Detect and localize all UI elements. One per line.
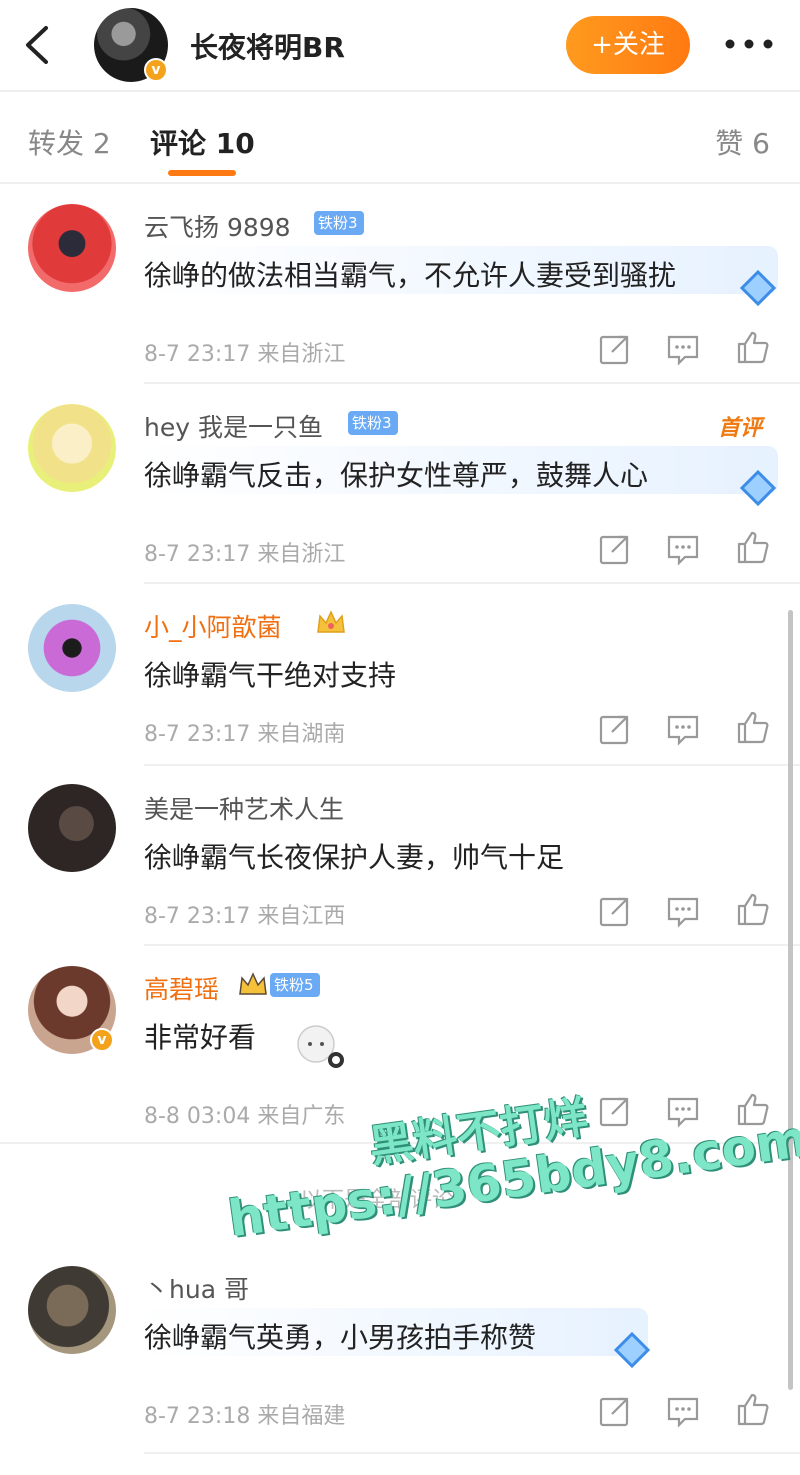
- verified-badge-icon: v: [144, 58, 168, 82]
- share-icon[interactable]: [598, 1094, 632, 1128]
- commenter-avatar[interactable]: [28, 784, 116, 872]
- like-icon[interactable]: [736, 892, 770, 926]
- tab-bar: 转发 2 评论 10 赞 6: [0, 92, 800, 184]
- first-comment-tag: 首评: [718, 416, 763, 441]
- like-icon[interactable]: [736, 710, 770, 744]
- comment-location: 来自浙江: [257, 542, 346, 567]
- comment-time: 8-7 23:17: [144, 542, 251, 567]
- like-icon[interactable]: [736, 1392, 770, 1426]
- comment-text: 非常好看: [144, 1021, 257, 1054]
- author-name[interactable]: 长夜将明BR: [190, 26, 345, 66]
- commenter-avatar[interactable]: [28, 604, 116, 692]
- reply-icon[interactable]: [666, 1094, 700, 1128]
- reply-icon[interactable]: [666, 332, 700, 366]
- sticker-decoration-icon: [297, 1025, 344, 1068]
- reply-icon[interactable]: [666, 532, 700, 566]
- top-bar: v 长夜将明BR +关注: [0, 0, 800, 92]
- separator: [144, 764, 800, 766]
- commenter-avatar[interactable]: [28, 404, 116, 492]
- comment-text: 徐峥的做法相当霸气，不允许人妻受到骚扰: [144, 259, 677, 292]
- comment-location: 来自湖南: [257, 722, 346, 747]
- share-icon[interactable]: [598, 1394, 632, 1428]
- commenter-avatar[interactable]: [28, 1266, 116, 1354]
- crown-icon: [317, 610, 345, 633]
- like-icon[interactable]: [736, 530, 770, 564]
- separator: [144, 1452, 800, 1454]
- tab-likes[interactable]: 赞 6: [715, 122, 770, 162]
- scrollbar[interactable]: [788, 610, 793, 1390]
- comment-text: 徐峥霸气长夜保护人妻，帅气十足: [144, 841, 565, 874]
- commenter-name[interactable]: 丶hua 哥: [144, 1270, 249, 1306]
- reply-icon[interactable]: [666, 1394, 700, 1428]
- comment-meta: 8-8 03:04 来自广东: [144, 1098, 345, 1130]
- active-tab-indicator: [168, 170, 236, 176]
- commenter-name[interactable]: 美是一种艺术人生: [144, 790, 344, 826]
- separator: [144, 944, 800, 946]
- tab-comments[interactable]: 评论 10: [150, 122, 255, 162]
- fan-level-badge: 铁粉3: [314, 211, 364, 235]
- comment-text: 徐峥霸气反击，保护女性尊严，鼓舞人心: [144, 459, 649, 492]
- commenter-name[interactable]: 云飞扬 9898: [144, 208, 291, 244]
- comment-meta: 8-7 23:17 来自浙江: [144, 536, 345, 568]
- comment-time: 8-7 23:17: [144, 904, 251, 929]
- commenter-avatar[interactable]: [28, 204, 116, 292]
- reply-icon[interactable]: [666, 894, 700, 928]
- verified-badge-icon: v: [90, 1028, 114, 1052]
- comment-location: 来自浙江: [257, 342, 346, 367]
- separator: [144, 382, 800, 384]
- comment-location: 来自江西: [257, 904, 346, 929]
- commenter-name[interactable]: 高碧瑶: [144, 970, 219, 1006]
- share-icon[interactable]: [598, 532, 632, 566]
- comment-meta: 8-7 23:17 来自江西: [144, 898, 345, 930]
- back-arrow-icon[interactable]: [18, 20, 58, 70]
- comment-time: 8-7 23:17: [144, 342, 251, 367]
- follow-button[interactable]: +关注: [566, 16, 690, 74]
- crown-icon: [239, 972, 267, 995]
- diamond-decoration-icon: [613, 1331, 651, 1369]
- comment-time: 8-8 03:04: [144, 1104, 251, 1129]
- share-icon[interactable]: [598, 332, 632, 366]
- comment-location: 来自福建: [257, 1404, 346, 1429]
- comment-meta: 8-7 23:17 来自浙江: [144, 336, 345, 368]
- share-icon[interactable]: [598, 894, 632, 928]
- comment-text: 徐峥霸气干绝对支持: [144, 659, 397, 692]
- share-icon[interactable]: [598, 712, 632, 746]
- diamond-decoration-icon: [739, 269, 777, 307]
- comment-time: 8-7 23:18: [144, 1404, 251, 1429]
- separator: [144, 582, 800, 584]
- comment-meta: 8-7 23:18 来自福建: [144, 1398, 345, 1430]
- comment-meta: 8-7 23:17 来自湖南: [144, 716, 345, 748]
- commenter-name[interactable]: 小_小阿歆菌: [144, 608, 282, 644]
- comment-time: 8-7 23:17: [144, 722, 251, 747]
- commenter-name[interactable]: hey 我是一只鱼: [144, 408, 323, 444]
- fan-level-badge: 铁粉5: [270, 973, 320, 997]
- comment-location: 来自广东: [257, 1104, 346, 1129]
- diamond-decoration-icon: [739, 469, 777, 507]
- more-options-icon[interactable]: [724, 36, 774, 52]
- fan-level-badge: 铁粉3: [348, 411, 398, 435]
- comment-text: 徐峥霸气英勇，小男孩拍手称赞: [144, 1321, 537, 1354]
- reply-icon[interactable]: [666, 712, 700, 746]
- like-icon[interactable]: [736, 330, 770, 364]
- tab-repost[interactable]: 转发 2: [28, 122, 111, 162]
